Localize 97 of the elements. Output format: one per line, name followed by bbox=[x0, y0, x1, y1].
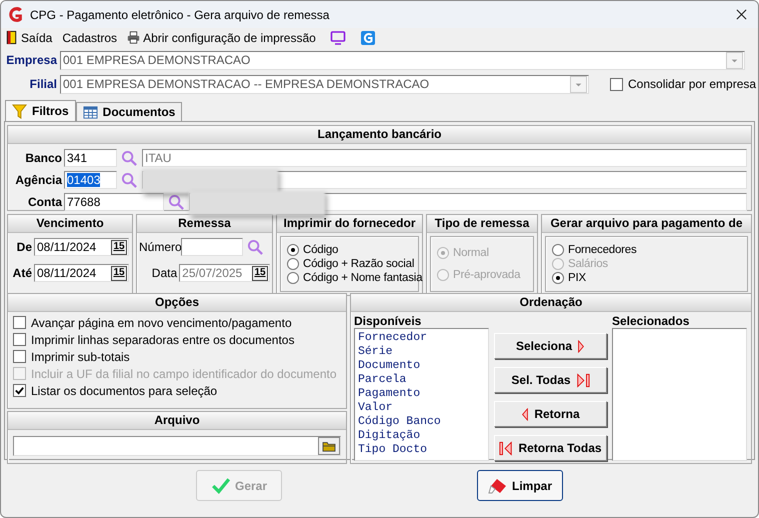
open-folder-button[interactable] bbox=[318, 437, 340, 455]
checkbox-label: Consolidar por empresa bbox=[628, 77, 756, 91]
section-header: Imprimir do fornecedor bbox=[277, 215, 422, 233]
list-item[interactable]: Parcela bbox=[358, 373, 485, 387]
move-button[interactable]: Retorna bbox=[494, 401, 607, 427]
right-bar-arrow-icon bbox=[576, 372, 590, 388]
list-item[interactable]: Série bbox=[358, 345, 485, 359]
eraser-icon bbox=[488, 476, 508, 494]
folder-icon bbox=[322, 440, 336, 452]
radio-label: Salários bbox=[568, 258, 608, 270]
radio-label: Código + Nome fantasia bbox=[303, 272, 422, 284]
company-dropdown[interactable]: 001 EMPRESA DEMONSTRACAO bbox=[60, 50, 745, 70]
checkbox-label: Imprimir sub-totais bbox=[31, 350, 130, 364]
input-field[interactable]: 341 bbox=[64, 149, 117, 167]
checkbox[interactable] bbox=[13, 350, 26, 363]
monitor-icon[interactable] bbox=[330, 30, 346, 46]
right-arrow-icon bbox=[577, 338, 586, 354]
search-icon[interactable] bbox=[247, 238, 264, 256]
checkbox-label: Listar os documentos para seleção bbox=[31, 384, 218, 398]
funnel-icon bbox=[12, 104, 27, 118]
menu-item[interactable]: Abrir configuração de impressão bbox=[127, 30, 316, 45]
section-header: Gerar arquivo para pagamento de bbox=[542, 215, 751, 233]
name-field: ITAU bbox=[142, 149, 747, 167]
close-icon[interactable] bbox=[736, 9, 747, 20]
radio-label: Código + Razão social bbox=[303, 258, 414, 270]
field-label: Banco bbox=[24, 151, 62, 165]
radio-button[interactable] bbox=[287, 258, 299, 270]
radio-label: Fornecedores bbox=[568, 244, 637, 256]
checkmark-icon bbox=[210, 476, 231, 494]
field-label: Empresa bbox=[5, 53, 57, 67]
menu-item[interactable]: Saída bbox=[5, 30, 52, 45]
field-label: Até bbox=[12, 266, 32, 280]
tab[interactable]: Filtros bbox=[5, 100, 76, 121]
radio-label: PIX bbox=[568, 272, 586, 284]
section-header: Arquivo bbox=[8, 412, 346, 430]
calendar-button[interactable]: 15 bbox=[111, 266, 127, 280]
list-item[interactable]: Fornecedor bbox=[358, 331, 485, 345]
app-logo-icon bbox=[7, 6, 24, 23]
table-icon bbox=[82, 104, 98, 120]
printer-icon bbox=[127, 30, 140, 45]
section-header: Remessa bbox=[137, 215, 272, 233]
input-field[interactable]: 77688 bbox=[64, 193, 164, 211]
field-label: Data bbox=[150, 266, 178, 280]
move-button[interactable]: Sel. Todas bbox=[494, 367, 607, 393]
date-field[interactable]: 08/11/2024 15 bbox=[34, 264, 129, 282]
list-item[interactable]: Digitação bbox=[358, 429, 485, 443]
field-label: Número bbox=[139, 240, 179, 254]
input-field[interactable] bbox=[181, 238, 243, 256]
radio-label: Normal bbox=[453, 247, 489, 259]
radio-button[interactable] bbox=[287, 272, 299, 284]
menu-item[interactable]: Cadastros bbox=[62, 30, 118, 44]
section-header: Ordenação bbox=[351, 294, 751, 312]
radio-button[interactable] bbox=[552, 244, 564, 256]
search-icon[interactable] bbox=[121, 172, 138, 188]
search-icon[interactable] bbox=[121, 150, 138, 166]
checkbox[interactable] bbox=[13, 333, 26, 346]
checkbox[interactable] bbox=[13, 384, 26, 397]
radio-button[interactable] bbox=[287, 244, 299, 256]
tab[interactable]: Documentos bbox=[76, 102, 182, 121]
list-label: Selecionados bbox=[612, 314, 690, 328]
left-arrow-icon bbox=[521, 406, 530, 422]
checkbox-label: Imprimir linhas separadoras entre os documentos bbox=[31, 332, 294, 346]
list-item[interactable]: Pagamento bbox=[358, 387, 485, 401]
left-bar-arrow-icon bbox=[499, 440, 514, 456]
app-logo-icon[interactable] bbox=[360, 30, 376, 46]
checkbox-label: Incluir a UF da filial no campo identificador do documento bbox=[31, 366, 336, 380]
branch-dropdown[interactable]: 001 EMPRESA DEMONSTRACAO -- EMPRESA DEMONSTRACAO bbox=[60, 74, 589, 94]
field-label: Conta bbox=[27, 195, 62, 209]
checkbox[interactable] bbox=[13, 316, 26, 329]
available-list[interactable]: Fornecedor Série Documento Parcela Pagamento Valor Código Banco Digitação Tipo Docto bbox=[354, 328, 489, 461]
field-label: Agência bbox=[14, 173, 62, 187]
window-title: CPG - Pagamento eletrônico - Gera arquivo de remessa bbox=[30, 8, 330, 22]
list-item[interactable]: Documento bbox=[358, 359, 485, 373]
list-label: Disponíveis bbox=[354, 314, 422, 328]
move-button[interactable]: Retorna Todas bbox=[494, 435, 607, 461]
radio-label: Código bbox=[303, 244, 338, 256]
checkbox-label: Avançar página em novo vencimento/pagamento bbox=[31, 316, 292, 330]
section-header: Vencimento bbox=[8, 215, 132, 233]
radio-button[interactable] bbox=[552, 272, 564, 284]
section-header: Opções bbox=[8, 294, 346, 312]
radio-label: Pré-aprovada bbox=[453, 269, 520, 281]
calendar-button[interactable]: 15 bbox=[111, 240, 127, 254]
search-icon[interactable] bbox=[168, 194, 185, 210]
list-item[interactable]: Código Banco bbox=[358, 415, 485, 429]
action-button[interactable]: Limpar bbox=[477, 470, 563, 501]
field-label: De bbox=[16, 240, 32, 254]
section-header: Lançamento bancário bbox=[8, 126, 751, 144]
date-field[interactable]: 08/11/2024 15 bbox=[34, 238, 129, 256]
input-field[interactable]: 01403 bbox=[64, 171, 117, 189]
file-path-field[interactable] bbox=[13, 436, 341, 456]
list-item[interactable]: Valor bbox=[358, 401, 485, 415]
move-button[interactable]: Seleciona bbox=[494, 333, 607, 359]
door-icon bbox=[5, 30, 18, 45]
field-label: Filial bbox=[28, 77, 57, 91]
checkbox[interactable] bbox=[610, 78, 623, 90]
list-item[interactable]: Tipo Docto bbox=[358, 443, 485, 457]
section-header: Tipo de remessa bbox=[427, 215, 537, 233]
